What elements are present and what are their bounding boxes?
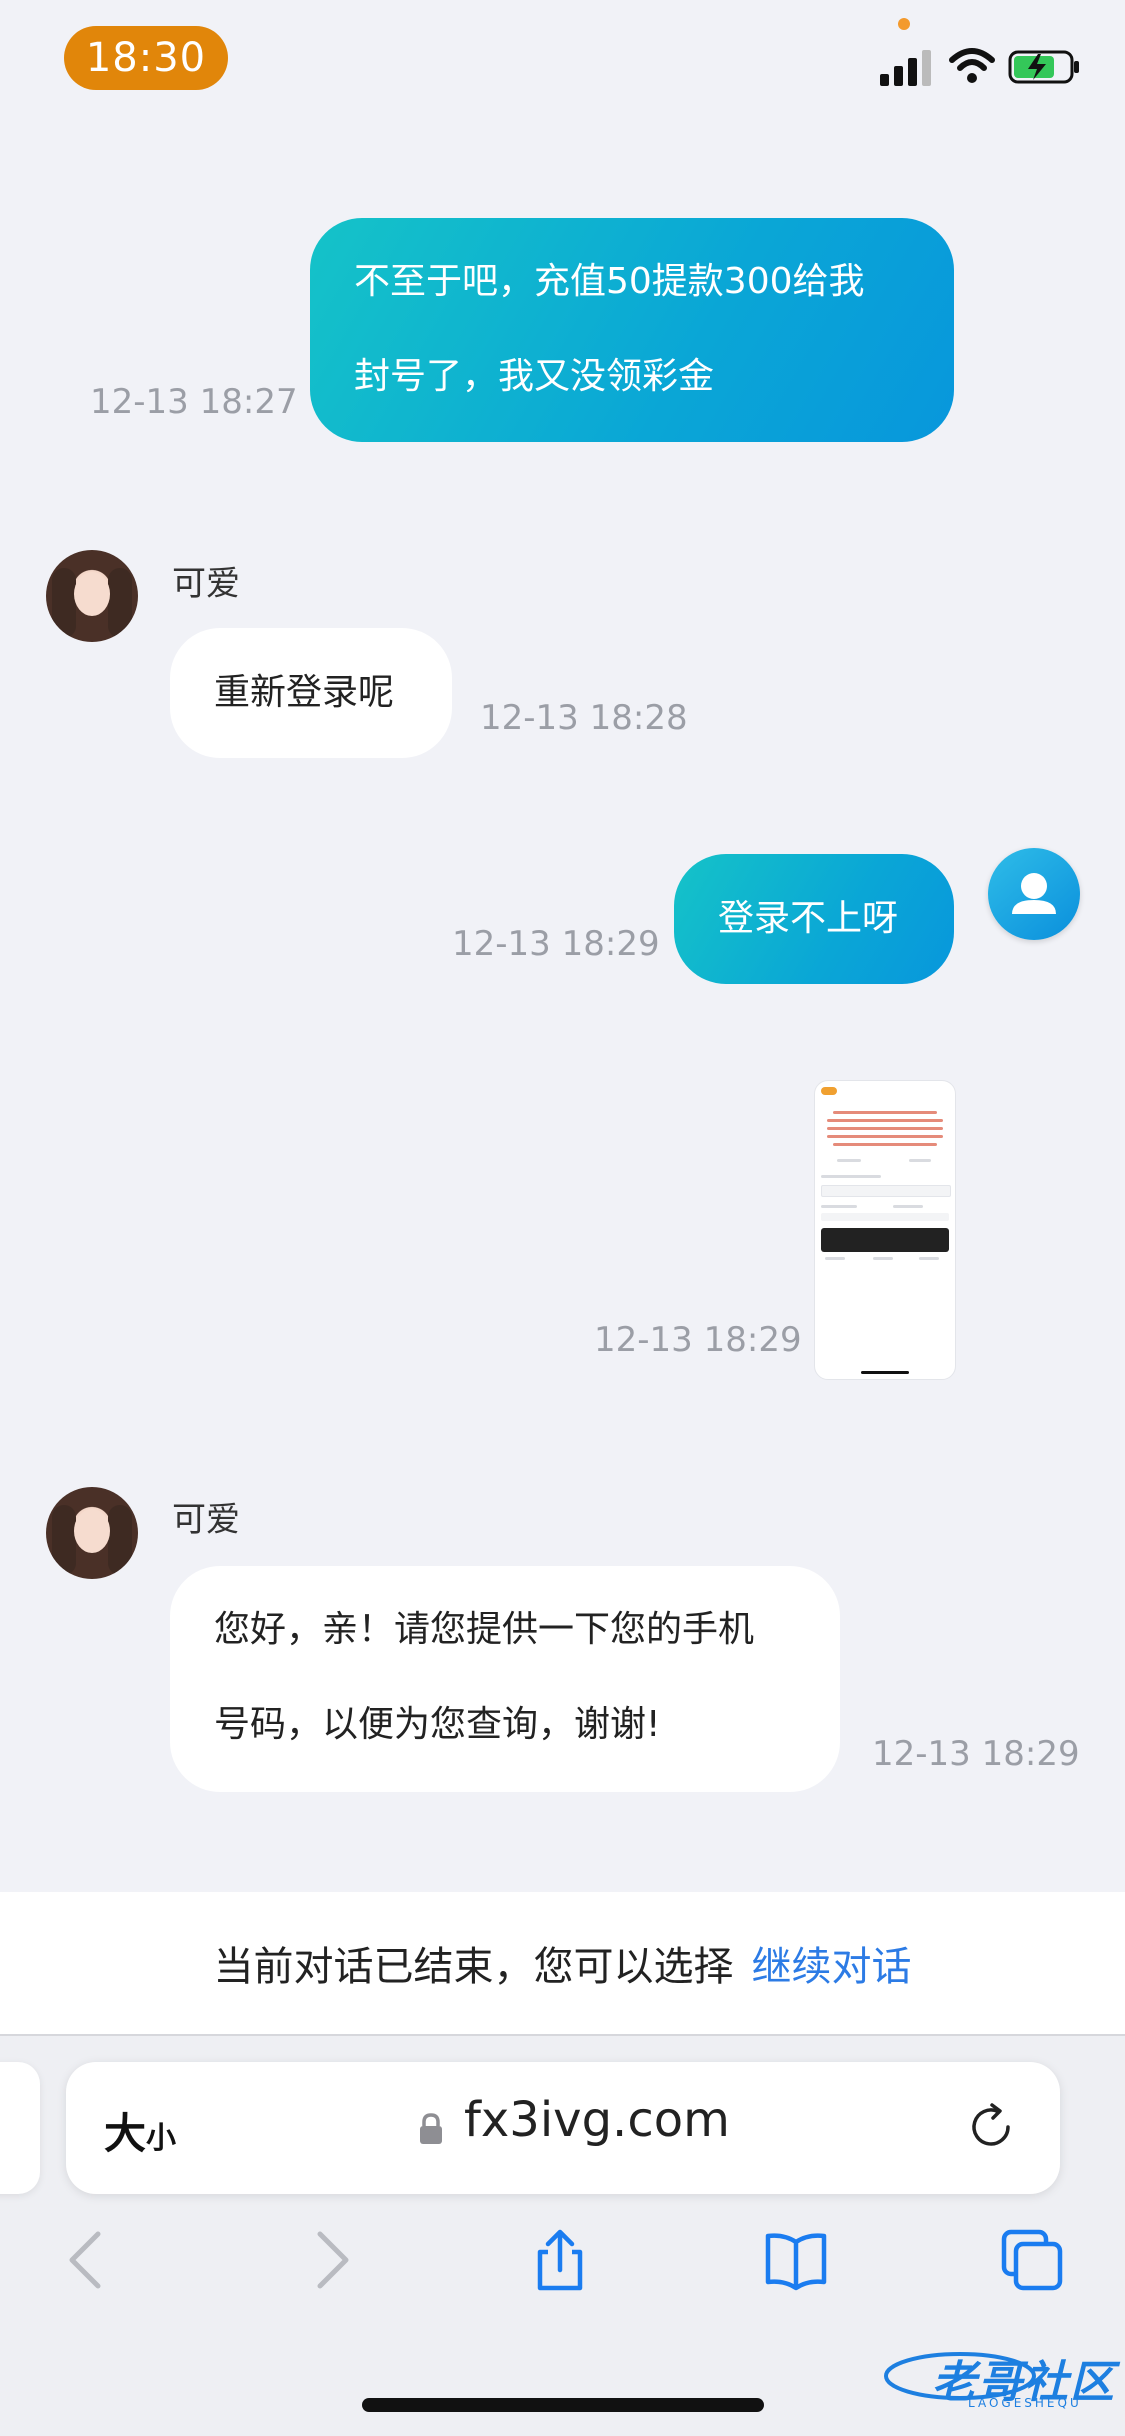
text-size-small: 小 [146, 2121, 177, 2156]
incoming-message-bubble: 重新登录呢 [170, 628, 452, 758]
reload-icon[interactable] [964, 2100, 1018, 2154]
conversation-ended-banner: 当前对话已结束，您可以选择 继续对话 [0, 1892, 1125, 2034]
agent-nickname: 可爱 [172, 1500, 240, 1540]
message-text-line: 封号了，我又没领彩金 [354, 356, 715, 397]
message-timestamp: 12-13 18:29 [594, 1320, 802, 1360]
text-size-button[interactable]: 大小 [104, 2100, 176, 2161]
privacy-indicator-dot [898, 18, 910, 30]
bookmarks-icon[interactable] [764, 2228, 828, 2292]
url-text[interactable]: fx3ivg.com [464, 2092, 730, 2148]
incoming-message-bubble: 您好，亲！请您提供一下您的手机 号码，以便为您查询，谢谢! [170, 1566, 840, 1792]
home-indicator [362, 2398, 764, 2412]
banner-text: 当前对话已结束，您可以选择 [213, 1944, 734, 1990]
message-timestamp: 12-13 18:29 [872, 1734, 1080, 1774]
tabs-icon[interactable] [1000, 2228, 1064, 2292]
agent-avatar[interactable] [46, 550, 138, 642]
message-timestamp: 12-13 18:29 [452, 924, 660, 964]
outgoing-message-bubble: 不至于吧，充值50提款300给我 封号了，我又没领彩金 [310, 218, 954, 442]
message-text-line: 您好，亲！请您提供一下您的手机 [214, 1609, 755, 1650]
message-timestamp: 12-13 18:28 [480, 698, 688, 738]
agent-nickname: 可爱 [172, 564, 240, 604]
wifi-icon [949, 48, 995, 83]
agent-avatar[interactable] [46, 1487, 138, 1579]
signal-icon [880, 48, 934, 86]
lock-icon [420, 2113, 442, 2144]
forward-icon[interactable] [298, 2228, 362, 2292]
back-icon[interactable] [56, 2228, 120, 2292]
previous-tab-edge[interactable] [0, 2062, 40, 2194]
status-time: 18:30 [64, 26, 228, 90]
user-silhouette-icon [1012, 873, 1056, 914]
message-text-line: 号码，以便为您查询，谢谢! [214, 1704, 661, 1745]
text-size-big: 大 [104, 2109, 147, 2158]
user-avatar[interactable] [988, 848, 1080, 940]
message-timestamp: 12-13 18:27 [90, 382, 298, 422]
continue-conversation-link[interactable]: 继续对话 [752, 1934, 912, 1992]
watermark-subtext: LAOGESHEQU [968, 2396, 1082, 2410]
image-message-thumbnail[interactable] [814, 1080, 956, 1380]
outgoing-message-bubble: 登录不上呀 [674, 854, 954, 984]
share-icon[interactable] [528, 2228, 592, 2292]
message-text-line: 不至于吧，充值50提款300给我 [354, 261, 865, 302]
battery-icon [1008, 50, 1079, 84]
